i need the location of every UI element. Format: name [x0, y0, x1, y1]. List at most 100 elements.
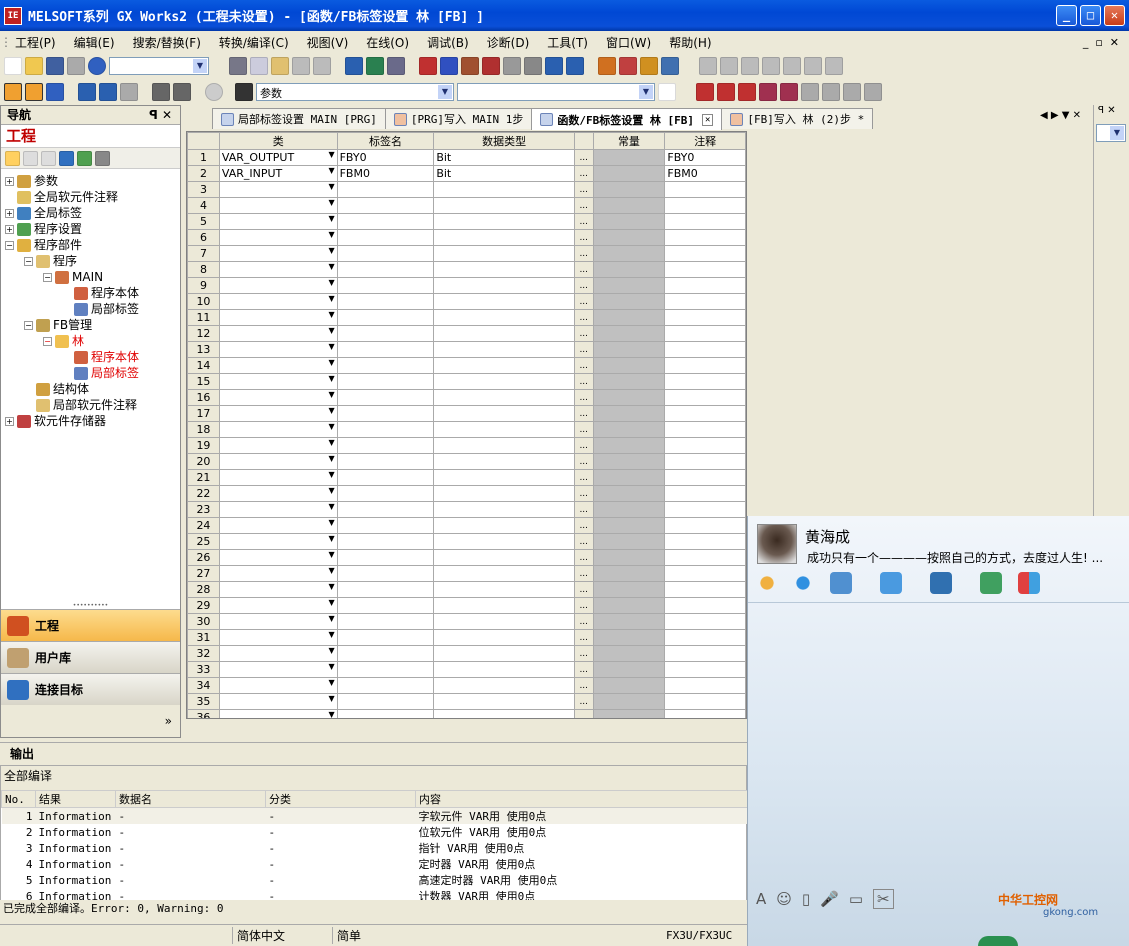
comment-cell[interactable]: [664, 309, 746, 326]
comment-cell[interactable]: [664, 453, 746, 470]
browse-type-button[interactable]: ...: [573, 613, 594, 630]
class-select[interactable]: ▼: [218, 597, 338, 614]
apps-icon[interactable]: [1018, 572, 1040, 594]
data-type-cell[interactable]: Bit: [433, 165, 575, 182]
cross-ref-icon[interactable]: [503, 57, 521, 75]
dev-comment-icon[interactable]: [78, 83, 96, 101]
comment-cell[interactable]: [664, 581, 746, 598]
screenshot-icon[interactable]: ✂: [873, 889, 894, 909]
menu-diagnostics[interactable]: 诊断(D): [478, 34, 539, 51]
data-type-cell[interactable]: [433, 245, 575, 262]
label-name-cell[interactable]: [336, 213, 435, 230]
parts-toggle-icon[interactable]: [25, 83, 43, 101]
fb-icon-e[interactable]: [843, 83, 861, 101]
dropdown-arrow-icon[interactable]: ▼: [328, 583, 334, 592]
browse-type-button[interactable]: ...: [573, 293, 594, 310]
ladder-a-icon[interactable]: [699, 57, 717, 75]
data-type-cell[interactable]: [433, 661, 575, 678]
class-select[interactable]: ▼: [218, 229, 338, 246]
label-name-cell[interactable]: [336, 357, 435, 374]
tree-node[interactable]: 程序本体: [5, 349, 180, 365]
pin-close-icons[interactable]: ꟼ ✕: [149, 106, 172, 125]
label-name-cell[interactable]: [336, 581, 435, 598]
dropdown-arrow-icon[interactable]: ▼: [328, 167, 334, 176]
font-icon[interactable]: A: [756, 890, 766, 908]
voice-message-icon[interactable]: 🎤: [820, 890, 839, 908]
label-name-cell[interactable]: [336, 325, 435, 342]
class-select[interactable]: ▼: [218, 341, 338, 358]
pin-icon[interactable]: ꟼ ✕: [1094, 105, 1129, 124]
screen-share-icon[interactable]: [830, 572, 852, 594]
class-select[interactable]: ▼: [218, 325, 338, 342]
dropdown-arrow-icon[interactable]: ▼: [328, 295, 334, 304]
tree-node[interactable]: + 全局标签: [5, 205, 180, 221]
class-select[interactable]: ▼: [218, 485, 338, 502]
label-name-cell[interactable]: [336, 517, 435, 534]
dropdown-arrow-icon[interactable]: ▼: [328, 215, 334, 224]
browse-type-button[interactable]: ...: [573, 629, 594, 646]
label-name-cell[interactable]: [336, 181, 435, 198]
dropdown-arrow-icon[interactable]: ▼: [328, 455, 334, 464]
class-select[interactable]: ▼: [218, 453, 338, 470]
class-select[interactable]: ▼: [218, 501, 338, 518]
tree-node[interactable]: − FB管理: [5, 317, 180, 333]
data-type-cell[interactable]: [433, 421, 575, 438]
cut-icon[interactable]: [229, 57, 247, 75]
label-name-cell[interactable]: [336, 533, 435, 550]
output-row[interactable]: 3 Information - - 指针 VAR用 使用0点: [2, 840, 748, 856]
comment-cell[interactable]: [664, 293, 746, 310]
data-type-cell[interactable]: [433, 645, 575, 662]
browse-type-button[interactable]: ...: [573, 549, 594, 566]
browse-type-button[interactable]: ...: [573, 709, 594, 718]
menu-edit[interactable]: 编辑(E): [65, 34, 124, 51]
browse-type-button[interactable]: ...: [573, 245, 594, 262]
data-type-cell[interactable]: [433, 277, 575, 294]
browse-type-button[interactable]: ...: [573, 229, 594, 246]
dropdown-arrow-icon[interactable]: ▼: [328, 359, 334, 368]
find-next-icon[interactable]: [482, 57, 500, 75]
output-row[interactable]: 5 Information - - 高速定时器 VAR用 使用0点: [2, 872, 748, 888]
label-name-cell[interactable]: [336, 709, 435, 718]
nav-button-connection[interactable]: 连接目标: [1, 673, 180, 705]
toolbar-combo-1[interactable]: [109, 57, 209, 75]
data-type-cell[interactable]: [433, 629, 575, 646]
label-name-cell[interactable]: [336, 389, 435, 406]
comment-cell[interactable]: [664, 469, 746, 486]
dropdown-arrow-icon[interactable]: ▼: [328, 439, 334, 448]
label-name-cell[interactable]: FBY0: [336, 149, 435, 166]
browse-type-button[interactable]: ...: [573, 517, 594, 534]
data-type-cell[interactable]: [433, 693, 575, 710]
ladder-f-icon[interactable]: [804, 57, 822, 75]
help-icon[interactable]: [88, 57, 106, 75]
dropdown-arrow-icon[interactable]: ▼: [328, 487, 334, 496]
paste-data-icon[interactable]: [41, 150, 56, 166]
label-name-cell[interactable]: [336, 597, 435, 614]
tree-node[interactable]: 结构体: [5, 381, 180, 397]
fb-icon-a[interactable]: [759, 83, 777, 101]
browse-type-button[interactable]: ...: [573, 341, 594, 358]
data-type-cell[interactable]: [433, 261, 575, 278]
comment-cell[interactable]: FBY0: [664, 149, 746, 166]
nav-button-library[interactable]: 用户库: [1, 641, 180, 673]
delete-row-icon[interactable]: [717, 83, 735, 101]
dropdown-arrow-icon[interactable]: ▼: [328, 183, 334, 192]
menu-window[interactable]: 窗口(W): [597, 34, 660, 51]
tree-node[interactable]: + 程序设置: [5, 221, 180, 237]
clear-icon[interactable]: [738, 83, 756, 101]
dropdown-arrow-icon[interactable]: ▼: [328, 711, 334, 719]
browse-type-button[interactable]: ...: [573, 149, 594, 166]
data-type-cell[interactable]: [433, 517, 575, 534]
output-row[interactable]: 2 Information - - 位软元件 VAR用 使用0点: [2, 824, 748, 840]
video-call-icon[interactable]: [792, 572, 814, 594]
comment-cell[interactable]: [664, 421, 746, 438]
comment-cell[interactable]: [664, 213, 746, 230]
dropdown-arrow-icon[interactable]: ▼: [328, 647, 334, 656]
dropdown-arrow-icon[interactable]: ▼: [328, 599, 334, 608]
data-type-cell[interactable]: [433, 389, 575, 406]
add-group-icon[interactable]: [980, 572, 1002, 594]
dev-list-icon[interactable]: [387, 57, 405, 75]
remote-desktop-icon[interactable]: [930, 572, 952, 594]
maximize-button[interactable]: □: [1080, 5, 1101, 26]
comment-cell[interactable]: [664, 629, 746, 646]
comment-cell[interactable]: [664, 325, 746, 342]
